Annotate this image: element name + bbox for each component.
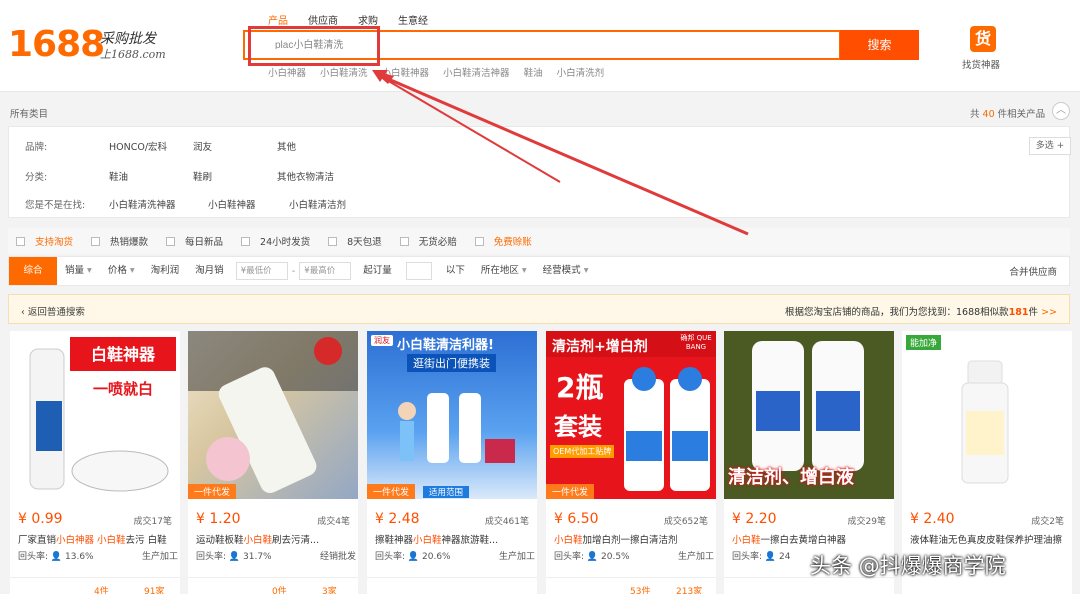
annotation-arrow [372, 70, 749, 236]
page: 1688 采购批发 上1688.com 产品 供应商 求购 生意经 搜索 小白神… [0, 0, 1080, 594]
watermark: 头条 @抖爆爆商学院 [810, 554, 1006, 578]
